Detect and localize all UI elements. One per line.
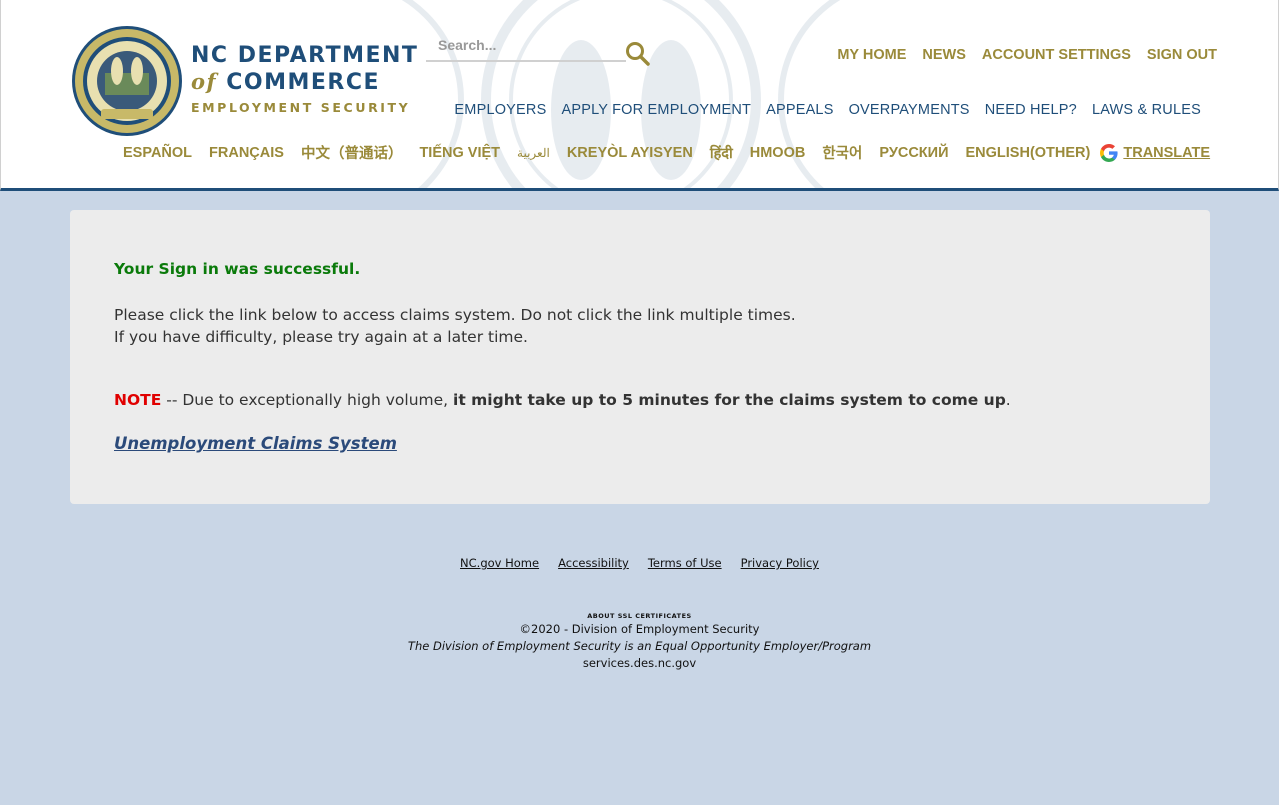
nav-appeals[interactable]: APPEALS [766,102,834,118]
lang-english-other[interactable]: ENGLISH(OTHER) [966,145,1091,161]
search-icon[interactable] [625,41,651,67]
claims-system-link[interactable]: Unemployment Claims System [114,434,397,453]
nav-need-help[interactable]: NEED HELP? [985,102,1077,118]
note-text: -- Due to exceptionally high volume, [161,391,454,409]
utility-nav: MY HOME NEWS ACCOUNT SETTINGS SIGN OUT [837,47,1217,63]
footer-ncgov-home[interactable]: NC.gov Home [460,556,539,570]
footer-accessibility[interactable]: Accessibility [558,556,629,570]
logo-of: of [191,69,218,94]
logo-subtitle: of COMMERCE [191,69,418,96]
footer-info: ABOUT SSL CERTIFICATES ©2020 - Division … [0,611,1279,672]
instructions-line-2: If you have difficulty, please try again… [114,328,528,346]
ncdoc-logo[interactable]: NC DEPARTMENT of COMMERCE EMPLOYMENT SEC… [71,25,417,137]
lang-french[interactable]: FRANÇAIS [209,145,284,161]
lang-hmong[interactable]: HMOOB [750,145,806,161]
signin-success-panel: Your Sign in was successful. Please clic… [70,210,1210,504]
nav-laws-rules[interactable]: LAWS & RULES [1092,102,1201,118]
lang-vietnamese[interactable]: TIẾNG VIỆT [419,145,500,161]
lang-haitian-creole[interactable]: KREYÒL AYISYEN [567,145,693,161]
logo-title: NC DEPARTMENT [191,43,419,68]
nc-seal-icon [72,26,182,136]
nav-my-home[interactable]: MY HOME [837,47,906,63]
site-domain: services.des.nc.gov [582,656,697,670]
instructions-line-1: Please click the link below to access cl… [114,306,796,324]
lang-korean[interactable]: 한국어 [822,142,862,163]
main-nav: EMPLOYERS APPLY FOR EMPLOYMENT APPEALS O… [454,102,1201,118]
lang-russian[interactable]: РУССКИЙ [879,145,948,161]
note-label: NOTE [114,391,162,409]
eeo-statement: The Division of Employment Security is a… [407,639,872,653]
lang-hindi[interactable]: हिंदी [710,143,733,163]
note-bold: it might take up to 5 minutes for the cl… [453,391,1006,409]
ssl-certificates-link[interactable]: ABOUT SSL CERTIFICATES [0,611,1279,621]
nav-overpayments[interactable]: OVERPAYMENTS [849,102,970,118]
lang-arabic[interactable]: العربية [517,146,550,160]
google-icon [1100,143,1118,162]
lang-spanish[interactable]: ESPAÑOL [123,145,192,161]
language-nav: ESPAÑOL FRANÇAIS 中文（普通话） TIẾNG VIỆT العر… [123,142,1210,163]
success-message: Your Sign in was successful. [114,260,361,278]
nav-sign-out[interactable]: SIGN OUT [1147,47,1217,63]
logo-division: EMPLOYMENT SECURITY [191,100,411,115]
site-header: NC DEPARTMENT of COMMERCE EMPLOYMENT SEC… [0,0,1279,191]
nav-apply-for-employment[interactable]: APPLY FOR EMPLOYMENT [561,102,751,118]
copyright: ©2020 - Division of Employment Security [519,622,760,636]
volume-note: NOTE -- Due to exceptionally high volume… [114,391,1011,409]
footer-links: NC.gov Home Accessibility Terms of Use P… [0,556,1279,570]
translate-widget[interactable]: TRANSLATE [1099,143,1210,163]
instructions: Please click the link below to access cl… [114,304,796,348]
footer-terms-of-use[interactable]: Terms of Use [648,556,722,570]
note-end: . [1005,391,1011,409]
nav-employers[interactable]: EMPLOYERS [454,102,546,118]
search-box [426,32,626,62]
lang-chinese[interactable]: 中文（普通话） [301,142,403,163]
footer-privacy-policy[interactable]: Privacy Policy [741,556,819,570]
search-input[interactable] [426,32,616,58]
nav-news[interactable]: NEWS [922,47,966,63]
nav-account-settings[interactable]: ACCOUNT SETTINGS [982,47,1131,63]
translate-link[interactable]: TRANSLATE [1123,145,1210,161]
logo-commerce: COMMERCE [226,70,380,95]
